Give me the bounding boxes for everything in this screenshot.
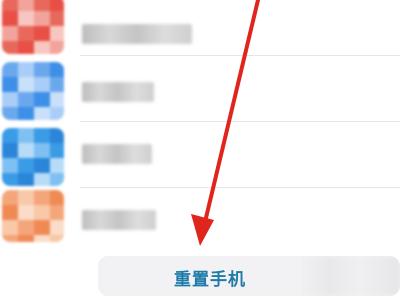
app-icon-red <box>2 0 64 54</box>
icon-mosaic-cell <box>18 173 34 186</box>
icon-mosaic-cell <box>34 0 50 11</box>
icon-mosaic-cell <box>2 0 18 11</box>
icon-mosaic-cell <box>2 235 18 242</box>
icon-mosaic-cell <box>2 92 18 107</box>
icon-mosaic-cell <box>18 26 34 41</box>
icon-mosaic-cell <box>2 128 18 143</box>
icon-mosaic-cell <box>18 77 34 92</box>
icon-mosaic-cell <box>2 205 18 220</box>
icon-mosaic-cell <box>2 11 18 26</box>
icon-mosaic-cell <box>34 41 50 54</box>
icon-mosaic-cell <box>34 220 50 235</box>
list-item-label-blurred <box>82 24 192 44</box>
icon-mosaic-cell <box>2 26 18 41</box>
icon-mosaic-cell <box>2 107 18 120</box>
icon-mosaic-cell <box>2 62 18 77</box>
icon-mosaic-cell <box>18 205 34 220</box>
icon-mosaic-cell <box>34 158 50 173</box>
reset-phone-button[interactable]: 重置手机 <box>98 256 400 296</box>
list-item-label-blurred <box>82 210 156 230</box>
icon-mosaic-cell <box>18 92 34 107</box>
icon-mosaic-cell <box>50 128 64 143</box>
icon-mosaic-cell <box>34 235 50 242</box>
icon-mosaic-cell <box>34 77 50 92</box>
icon-mosaic-cell <box>34 190 50 205</box>
icon-mosaic-cell <box>18 190 34 205</box>
row-divider <box>80 55 400 56</box>
icon-mosaic-cell <box>50 107 64 120</box>
icon-mosaic-cell <box>50 77 64 92</box>
list-item[interactable] <box>0 128 400 188</box>
icon-mosaic-cell <box>34 26 50 41</box>
icon-mosaic-cell <box>50 0 64 11</box>
icon-mosaic-cell <box>18 41 34 54</box>
icon-mosaic-cell <box>50 62 64 77</box>
reset-phone-label: 重置手机 <box>174 270 246 290</box>
icon-mosaic-cell <box>18 220 34 235</box>
list-item[interactable] <box>0 190 400 250</box>
icon-mosaic-cell <box>50 11 64 26</box>
icon-mosaic-cell <box>50 220 64 235</box>
list-item[interactable] <box>0 62 400 122</box>
icon-mosaic-cell <box>18 62 34 77</box>
icon-mosaic-cell <box>34 173 50 186</box>
icon-mosaic-cell <box>50 41 64 54</box>
settings-screen: 重置手机 <box>0 0 400 300</box>
icon-mosaic-cell <box>18 11 34 26</box>
icon-mosaic-cell <box>2 220 18 235</box>
icon-mosaic-cell <box>2 158 18 173</box>
app-icon-blue <box>2 62 64 120</box>
icon-mosaic-cell <box>18 128 34 143</box>
icon-mosaic-cell <box>34 143 50 158</box>
blurred-region <box>298 256 400 296</box>
app-list <box>0 0 400 250</box>
icon-mosaic-cell <box>50 205 64 220</box>
icon-mosaic-cell <box>2 173 18 186</box>
icon-mosaic-cell <box>50 173 64 186</box>
icon-mosaic-cell <box>2 190 18 205</box>
row-divider <box>80 121 400 122</box>
icon-mosaic-cell <box>34 107 50 120</box>
list-item-label-blurred <box>82 82 154 102</box>
icon-mosaic-cell <box>2 77 18 92</box>
icon-mosaic-cell <box>34 62 50 77</box>
icon-mosaic-cell <box>18 235 34 242</box>
icon-mosaic-cell <box>34 128 50 143</box>
app-icon-cyan-blue <box>2 128 64 186</box>
icon-mosaic-cell <box>34 92 50 107</box>
icon-mosaic-cell <box>2 41 18 54</box>
icon-mosaic-cell <box>34 205 50 220</box>
icon-mosaic-cell <box>18 107 34 120</box>
icon-mosaic-cell <box>50 143 64 158</box>
icon-mosaic-cell <box>50 26 64 41</box>
icon-mosaic-cell <box>18 143 34 158</box>
icon-mosaic-cell <box>2 143 18 158</box>
icon-mosaic-cell <box>50 158 64 173</box>
list-item-label-blurred <box>82 144 152 164</box>
icon-mosaic-cell <box>50 92 64 107</box>
app-icon-orange <box>2 190 64 242</box>
icon-mosaic-cell <box>34 11 50 26</box>
icon-mosaic-cell <box>18 158 34 173</box>
row-divider <box>80 187 400 188</box>
list-item[interactable] <box>0 0 400 56</box>
icon-mosaic-cell <box>50 190 64 205</box>
icon-mosaic-cell <box>50 235 64 242</box>
icon-mosaic-cell <box>18 0 34 11</box>
